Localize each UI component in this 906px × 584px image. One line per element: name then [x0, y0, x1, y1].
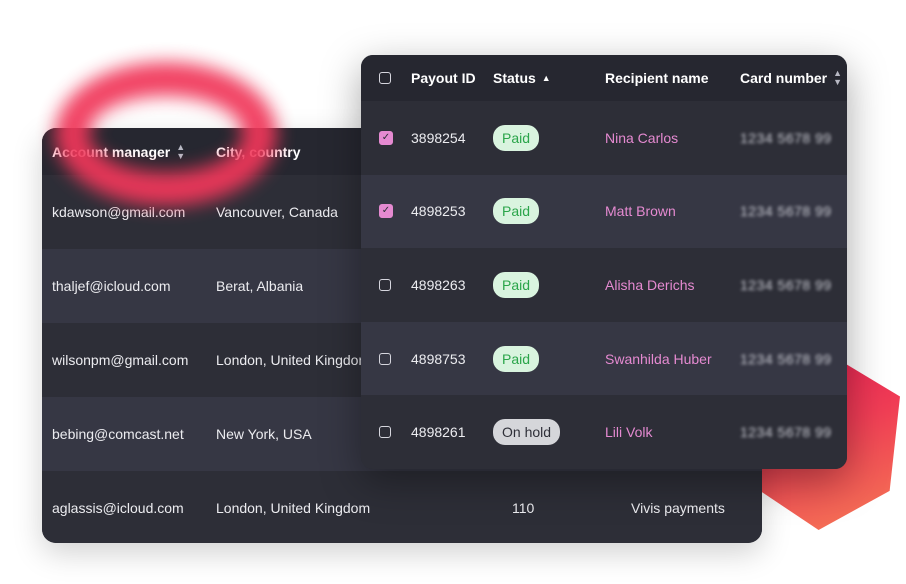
status-badge-label: Paid	[493, 271, 540, 298]
card-number: 1234 5678 99	[740, 276, 832, 293]
payouts-table: Payout ID Status ▲ Recipient name Card n…	[361, 55, 847, 469]
city-country: London, United Kingdom	[216, 500, 371, 516]
sort-icon[interactable]: ▲ ▼	[833, 69, 842, 87]
payout-id: 4898263	[411, 276, 466, 293]
payout-id: 3898254	[411, 129, 466, 146]
table-row[interactable]: ✓ 4898253 Paid Matt Brown 1234 5678 99	[361, 174, 847, 249]
checkbox-unchecked-icon	[379, 352, 391, 365]
payout-id: 4898253	[411, 203, 466, 220]
row-checkbox[interactable]	[379, 426, 391, 439]
account-email: bebing@comcast.net	[52, 426, 184, 442]
status-badge: Paid	[493, 124, 540, 151]
recipient-link[interactable]: Alisha Derichs	[605, 277, 694, 293]
column-header-label: Status	[493, 70, 536, 86]
city-country: Vancouver, Canada	[216, 204, 338, 220]
column-header-label: Recipient name	[605, 70, 709, 86]
column-header-recipient-name[interactable]: Recipient name	[605, 70, 708, 86]
column-header-label: Payout ID	[411, 70, 476, 86]
checkbox-unchecked-icon	[379, 72, 391, 84]
recipient-link[interactable]: Matt Brown	[605, 203, 676, 219]
city-country: London, United Kingdom	[216, 352, 371, 368]
decorative-ring	[55, 62, 277, 206]
table-row[interactable]: aglassis@icloud.com London, United Kingd…	[42, 471, 762, 543]
status-badge-label: On hold	[493, 419, 561, 446]
card-number: 1234 5678 99	[740, 129, 832, 146]
status-badge: On hold	[493, 419, 561, 446]
status-badge: Paid	[493, 198, 540, 225]
payout-id: 4898753	[411, 350, 466, 367]
checkbox-unchecked-icon	[379, 278, 391, 291]
account-email: thaljef@icloud.com	[52, 278, 171, 294]
recipient-link[interactable]: Nina Carlos	[605, 130, 678, 146]
table-row[interactable]: ✓ 3898254 Paid Nina Carlos 1234 5678 99	[361, 101, 847, 175]
status-badge: Paid	[493, 345, 540, 372]
table-row[interactable]: 4898263 Paid Alisha Derichs 1234 5678 99	[361, 248, 847, 322]
column-header-card-number[interactable]: Card number ▲ ▼	[740, 69, 842, 87]
column-header-label: Card number	[740, 70, 828, 86]
check-icon: ✓	[379, 130, 393, 145]
card-number: 1234 5678 99	[740, 424, 832, 441]
status-badge-label: Paid	[493, 345, 540, 372]
payment-type: Vivis payments	[631, 500, 725, 516]
select-all-checkbox[interactable]	[379, 72, 391, 84]
status-badge-label: Paid	[493, 198, 540, 225]
city-country: New York, USA	[216, 426, 312, 442]
row-checkbox[interactable]: ✓	[379, 204, 393, 219]
checkbox-unchecked-icon	[379, 426, 391, 439]
card-number: 1234 5678 99	[740, 350, 832, 367]
card-number: 1234 5678 99	[740, 203, 832, 220]
account-email: wilsonpm@gmail.com	[52, 352, 189, 368]
check-icon: ✓	[379, 204, 393, 219]
account-email: kdawson@gmail.com	[52, 204, 186, 220]
status-badge-label: Paid	[493, 124, 540, 151]
recipient-link[interactable]: Lili Volk	[605, 424, 652, 440]
payout-id: 4898261	[411, 424, 466, 441]
payouts-table-header: Payout ID Status ▲ Recipient name Card n…	[361, 55, 847, 101]
row-checkbox[interactable]: ✓	[379, 130, 393, 145]
row-checkbox[interactable]	[379, 278, 391, 291]
status-badge: Paid	[493, 271, 540, 298]
column-header-status[interactable]: Status ▲	[493, 70, 551, 86]
recipient-link[interactable]: Swanhilda Huber	[605, 351, 712, 367]
row-number-value: 110	[512, 500, 535, 516]
city-country: Berat, Albania	[216, 278, 304, 294]
row-checkbox[interactable]	[379, 352, 391, 365]
table-row[interactable]: 4898261 On hold Lili Volk 1234 5678 99	[361, 395, 847, 469]
sort-ascending-icon[interactable]: ▲	[542, 73, 551, 83]
table-row[interactable]: 4898753 Paid Swanhilda Huber 1234 5678 9…	[361, 321, 847, 396]
account-email: aglassis@icloud.com	[52, 500, 184, 516]
column-header-payout-id[interactable]: Payout ID	[411, 70, 476, 86]
